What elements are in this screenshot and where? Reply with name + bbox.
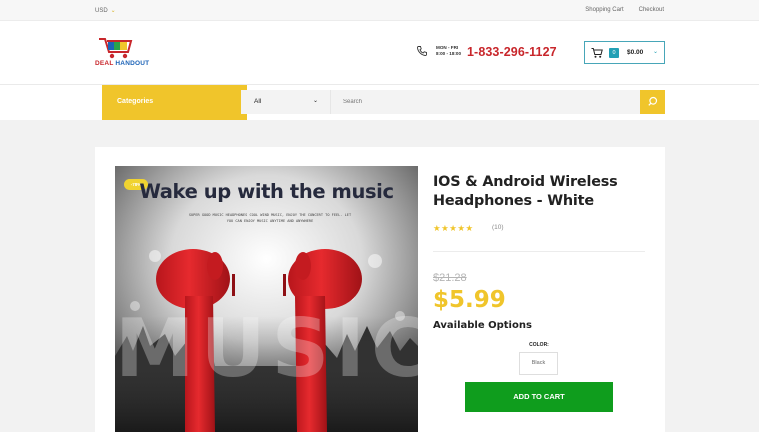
- logo-text-deal: DEAL: [95, 60, 114, 67]
- currency-label[interactable]: USD: [95, 8, 108, 14]
- checkout-link[interactable]: Checkout: [639, 7, 664, 13]
- color-label: COLOR:: [529, 342, 549, 348]
- search-button[interactable]: [640, 90, 665, 114]
- review-count[interactable]: (10): [492, 224, 504, 231]
- shopping-cart-icon: [591, 48, 603, 58]
- search-icon: [648, 96, 658, 106]
- chevron-down-icon[interactable]: ⌄: [111, 8, 116, 14]
- search-bar: All ⌄: [241, 90, 665, 114]
- available-options-heading: Available Options: [433, 320, 532, 331]
- search-category-select[interactable]: All ⌄: [241, 90, 331, 114]
- site-header: DEAL HANDOUT MON - FRI 8:00 - 18:00 1-83…: [0, 21, 759, 85]
- old-price: $21.28: [433, 272, 467, 284]
- mini-cart-button[interactable]: 0 $0.00 ⌄: [584, 41, 665, 64]
- image-subtext: SUPER GOOD MUSIC HEADPHONES COOL WIND MU…: [188, 213, 352, 223]
- hours-times: 8:00 - 18:00: [436, 51, 462, 56]
- logo-text: DEAL HANDOUT: [95, 60, 149, 67]
- product-title: IOS & Android Wireless Headphones - Whit…: [433, 174, 618, 209]
- phone-number[interactable]: 1-833-296-1127: [467, 45, 557, 59]
- categories-button[interactable]: Categories: [102, 85, 247, 120]
- logo-text-handout: HANDOUT: [115, 60, 150, 67]
- shopping-cart-link[interactable]: Shopping Cart: [585, 7, 623, 13]
- logo[interactable]: DEAL HANDOUT: [95, 33, 155, 69]
- image-headline: Wake up with the music: [139, 180, 394, 203]
- product-image[interactable]: MUSIC -78% Wake up with the music SUPER …: [115, 166, 418, 432]
- currency-selector[interactable]: USD ⌄: [95, 7, 116, 14]
- cart-count-badge: 0: [609, 48, 619, 58]
- rating-stars: ★★★★★: [433, 223, 474, 233]
- chevron-down-icon[interactable]: ⌄: [313, 97, 318, 104]
- cart-logo-icon: [99, 38, 133, 59]
- phone-icon: [417, 46, 427, 56]
- image-watermark-text: MUSIC: [115, 302, 418, 395]
- top-links: Shopping Cart Checkout: [585, 7, 664, 13]
- divider: [433, 251, 645, 252]
- top-bar: USD ⌄ Shopping Cart Checkout: [0, 0, 759, 21]
- color-option-black[interactable]: Black: [519, 352, 558, 375]
- chevron-down-icon: ⌄: [652, 49, 658, 55]
- search-input[interactable]: [341, 90, 637, 114]
- search-category-value[interactable]: All: [254, 98, 261, 105]
- business-hours: MON - FRI 8:00 - 18:00: [436, 45, 461, 57]
- current-price: $5.99: [433, 287, 506, 313]
- cart-total: $0.00: [627, 49, 644, 56]
- nav-bar: Categories All ⌄: [0, 85, 759, 120]
- add-to-cart-button[interactable]: ADD TO CART: [465, 382, 613, 412]
